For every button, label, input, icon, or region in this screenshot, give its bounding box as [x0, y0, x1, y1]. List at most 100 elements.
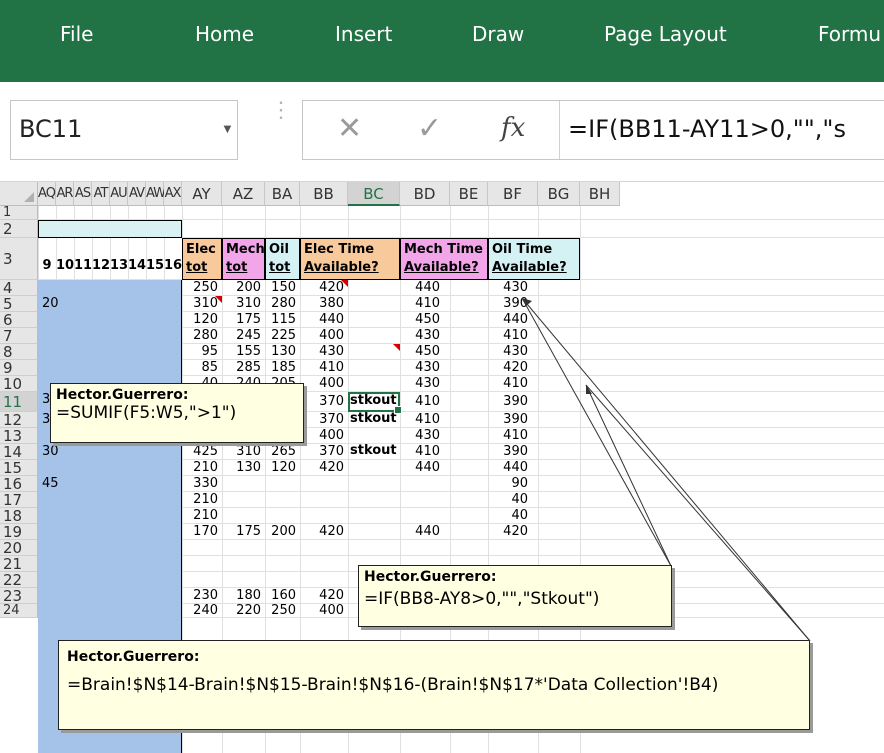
cell-az[interactable]: 175	[222, 522, 261, 542]
fx-icon[interactable]: fx	[501, 113, 525, 143]
week-number[interactable]: 16	[164, 258, 182, 278]
column-header-as[interactable]: AS	[74, 182, 92, 206]
row-header-5[interactable]: 5	[0, 296, 38, 312]
column-title-mech-time[interactable]: Mech Time Available?	[400, 238, 488, 280]
cell-bd[interactable]: 430	[400, 374, 440, 394]
column-header-ax[interactable]: AX	[164, 182, 182, 206]
comment-indicator-icon[interactable]	[215, 296, 222, 303]
select-all-corner[interactable]	[0, 182, 38, 206]
cell-ba[interactable]: 250	[265, 601, 296, 621]
row-header-10[interactable]: 10	[0, 376, 38, 392]
stockout-flag[interactable]: stkout	[350, 411, 397, 426]
close-icon[interactable]: ✕	[337, 111, 362, 146]
cell-ba[interactable]: 200	[265, 522, 296, 542]
row-header-4[interactable]: 4	[0, 280, 38, 296]
column-header-ay[interactable]: AY	[182, 182, 222, 206]
row-header-3[interactable]: 3	[0, 238, 38, 280]
cell-az[interactable]: 220	[222, 601, 261, 621]
row-header-14[interactable]: 14	[0, 444, 38, 460]
cell-bf[interactable]: 390	[488, 392, 528, 412]
cell-bd[interactable]: 410	[400, 392, 440, 412]
name-box[interactable]: BC11 ▼	[10, 100, 238, 160]
ribbon-tab-formu[interactable]: Formu	[818, 22, 881, 46]
week-number[interactable]: 13	[110, 258, 128, 278]
row-header-11[interactable]: 11	[0, 392, 38, 412]
row-header-24[interactable]: 24	[0, 604, 38, 618]
ribbon-tab-draw[interactable]: Draw	[472, 22, 524, 46]
row-header-6[interactable]: 6	[0, 312, 38, 328]
cell-bb[interactable]: 420	[300, 522, 344, 542]
column-header-av[interactable]: AV	[128, 182, 146, 206]
aq-cell[interactable]: 30	[42, 442, 59, 462]
column-title-oil-tot[interactable]: Oil tot	[265, 238, 300, 280]
cell-ba[interactable]: 120	[265, 458, 296, 478]
row-header-21[interactable]: 21	[0, 556, 38, 572]
aq-cell[interactable]: 45	[42, 474, 59, 494]
cell-az[interactable]: 130	[222, 458, 261, 478]
column-header-aw[interactable]: AW	[146, 182, 166, 206]
week-number[interactable]: 10	[56, 258, 74, 278]
cell-bf[interactable]: 410	[488, 374, 528, 394]
column-title-elec-time[interactable]: Elec Time Available?	[300, 238, 400, 280]
cell-bd[interactable]: 440	[400, 458, 440, 478]
row-header-16[interactable]: 16	[0, 476, 38, 492]
row-header-15[interactable]: 15	[0, 460, 38, 476]
column-header-bc[interactable]: BC	[348, 182, 400, 206]
column-header-bb[interactable]: BB	[300, 182, 348, 206]
row-header-8[interactable]: 8	[0, 344, 38, 360]
chevron-down-icon[interactable]: ▼	[221, 121, 234, 136]
cell-bb[interactable]: 370	[300, 392, 344, 412]
column-title-mech-tot[interactable]: Mech tot	[222, 238, 265, 280]
column-header-be[interactable]: BE	[450, 182, 488, 206]
comment-note[interactable]: Hector.Guerrero: =Brain!$N$14-Brain!$N$1…	[58, 640, 810, 730]
cell-bb[interactable]: 400	[300, 374, 344, 394]
column-title-oil-time[interactable]: Oil Time Available?	[488, 238, 580, 280]
comment-note[interactable]: Hector.Guerrero: =IF(BB8-AY8>0,"","Stkou…	[358, 565, 672, 627]
row-header-7[interactable]: 7	[0, 328, 38, 344]
week-number[interactable]: 14	[128, 258, 146, 278]
column-header-aq[interactable]: AQ	[38, 182, 56, 206]
row-header-19[interactable]: 19	[0, 524, 38, 540]
cell-ay[interactable]: 240	[182, 601, 218, 621]
column-header-bd[interactable]: BD	[400, 182, 450, 206]
column-header-at[interactable]: AT	[92, 182, 110, 206]
drag-handle-icon[interactable]: ⋮	[270, 99, 292, 140]
column-header-bh[interactable]: BH	[580, 182, 620, 206]
comment-indicator-icon[interactable]	[341, 280, 348, 287]
check-icon[interactable]: ✓	[417, 111, 442, 146]
aq-cell[interactable]: 20	[42, 294, 59, 314]
row-header-18[interactable]: 18	[0, 508, 38, 524]
active-cell-selection[interactable]	[348, 392, 402, 414]
row-header-2[interactable]: 2	[0, 220, 38, 238]
cell-bd[interactable]: 440	[400, 522, 440, 542]
row-header-12[interactable]: 12	[0, 412, 38, 428]
cell-ay[interactable]: 170	[182, 522, 218, 542]
cell-bf[interactable]: 420	[488, 522, 528, 542]
week-number[interactable]: 9	[38, 258, 56, 278]
row-header-17[interactable]: 17	[0, 492, 38, 508]
row-header-22[interactable]: 22	[0, 572, 38, 588]
column-header-au[interactable]: AU	[110, 182, 128, 206]
week-number[interactable]: 12	[92, 258, 110, 278]
column-title-elec-tot[interactable]: Elec tot	[182, 238, 222, 280]
column-header-ar[interactable]: AR	[56, 182, 74, 206]
ribbon-tab-insert[interactable]: Insert	[335, 22, 392, 46]
column-header-bf[interactable]: BF	[488, 182, 538, 206]
formula-input[interactable]: ✕ ✓ fx =IF(BB11-AY11>0,"","s	[302, 100, 884, 160]
row-header-1[interactable]: 1	[0, 206, 38, 220]
stockout-flag[interactable]: stkout	[350, 443, 397, 458]
column-header-ba[interactable]: BA	[265, 182, 300, 206]
column-header-az[interactable]: AZ	[222, 182, 265, 206]
row-header-23[interactable]: 23	[0, 588, 38, 604]
week-number[interactable]: 11	[74, 258, 92, 278]
ribbon-tab-page-layout[interactable]: Page Layout	[604, 22, 727, 46]
week-number[interactable]: 15	[146, 258, 164, 278]
column-header-bg[interactable]: BG	[538, 182, 580, 206]
comment-note[interactable]: Hector.Guerrero: =SUMIF(F5:W5,">1")	[50, 383, 304, 443]
row-header-9[interactable]: 9	[0, 360, 38, 376]
formula-text[interactable]: =IF(BB11-AY11>0,"","s	[568, 115, 846, 143]
row-header-20[interactable]: 20	[0, 540, 38, 556]
ribbon-tab-file[interactable]: File	[60, 22, 93, 46]
ribbon-tab-home[interactable]: Home	[195, 22, 254, 46]
row-header-13[interactable]: 13	[0, 428, 38, 444]
